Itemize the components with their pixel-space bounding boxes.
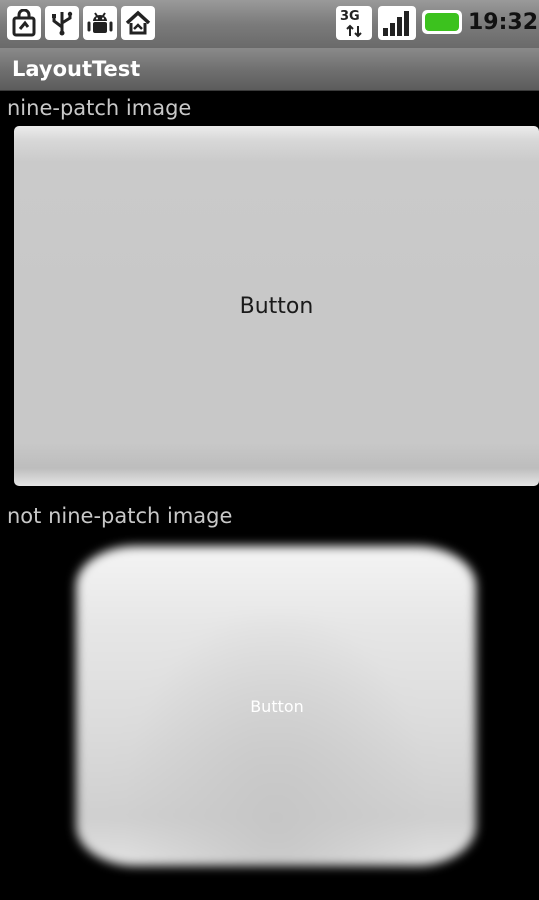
usb-icon xyxy=(45,6,79,40)
home-icon xyxy=(121,6,155,40)
network-3g-icon: 3G xyxy=(336,6,372,40)
status-bar: 3G 19:32 xyxy=(0,0,539,48)
status-time: 19:32 xyxy=(468,10,539,35)
title-bar: LayoutTest xyxy=(0,48,539,91)
signal-strength-icon xyxy=(378,6,416,40)
battery-icon xyxy=(422,10,462,34)
label-nine-patch: nine-patch image xyxy=(7,96,192,120)
not-nine-patch-button[interactable]: Button xyxy=(62,538,492,874)
nine-patch-button-label: Button xyxy=(239,293,314,319)
android-debug-icon xyxy=(83,6,117,40)
not-nine-patch-button-label: Button xyxy=(250,696,304,716)
nine-patch-button[interactable]: Button xyxy=(14,126,539,486)
shopping-bag-icon xyxy=(7,6,41,40)
not-nine-patch-button-hit-area[interactable]: Button xyxy=(62,538,492,874)
label-not-nine-patch: not nine-patch image xyxy=(7,504,233,528)
app-title: LayoutTest xyxy=(12,57,141,81)
network-type-text: 3G xyxy=(340,9,360,24)
